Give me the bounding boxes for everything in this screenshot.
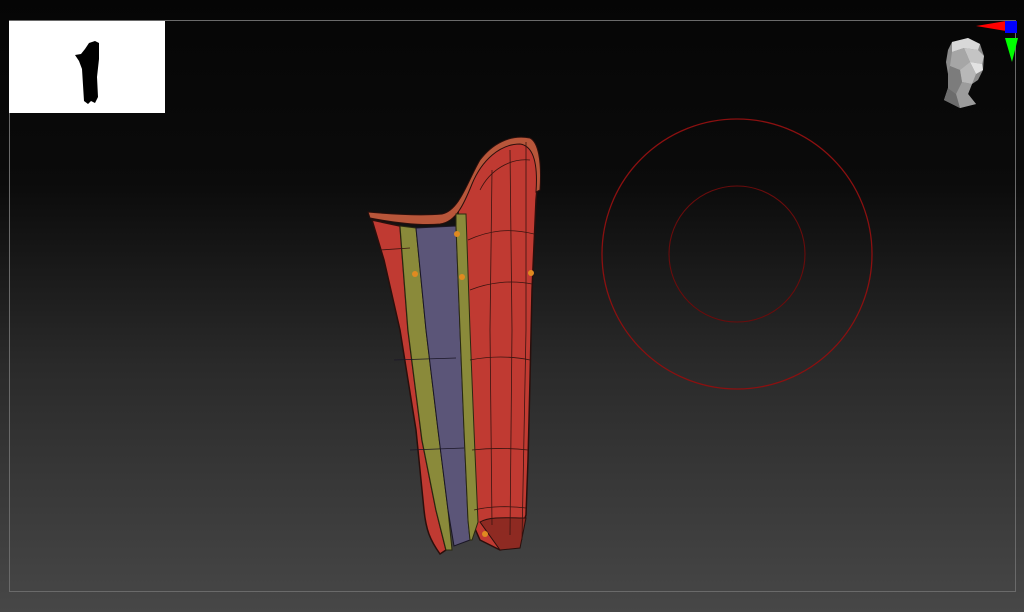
brush-cursor xyxy=(598,115,876,393)
canvas-viewport[interactable] xyxy=(0,0,1024,612)
shin-guard-mesh-icon xyxy=(367,136,541,556)
shin-guard-model[interactable] xyxy=(360,130,550,560)
head-navigation-icon xyxy=(944,38,984,108)
model-silhouette-icon xyxy=(75,41,99,104)
navigation-head[interactable] xyxy=(938,36,990,112)
brush-cursor-icon xyxy=(601,118,873,390)
silhouette-thumbnail[interactable] xyxy=(9,21,165,113)
